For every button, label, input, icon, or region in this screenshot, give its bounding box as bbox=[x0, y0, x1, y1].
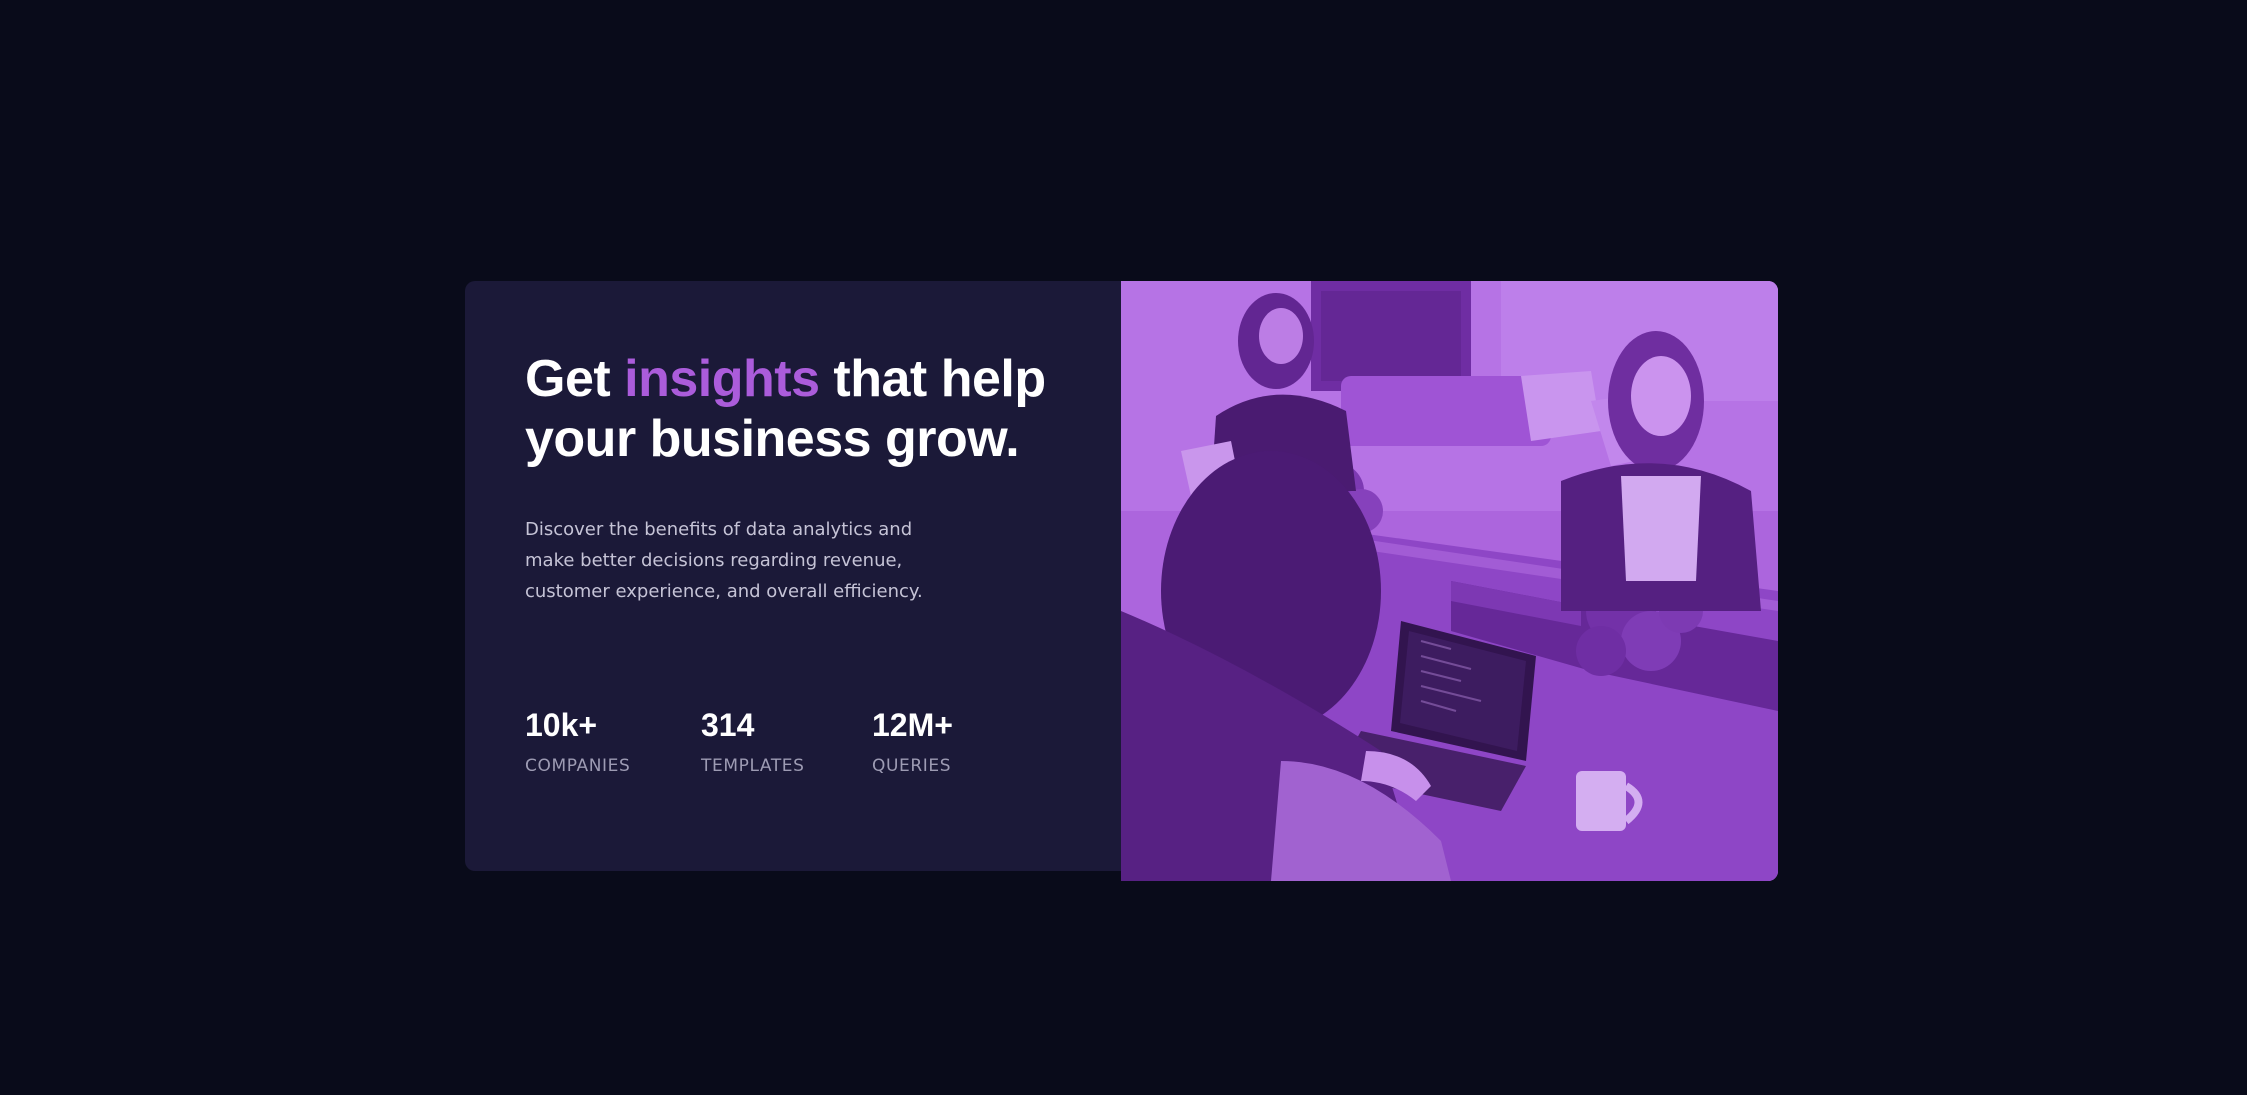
headline-accent: insights bbox=[624, 350, 820, 408]
description: Discover the benefits of data analytics … bbox=[525, 519, 923, 602]
stat-value: 314 bbox=[701, 707, 755, 743]
header-image bbox=[1121, 281, 1778, 881]
headline: Get insights that help your business gro… bbox=[525, 349, 1085, 469]
stat-value: 10k+ bbox=[525, 707, 598, 743]
stat-label: TEMPLATES bbox=[701, 756, 805, 776]
stats-row: 10k+ COMPANIES 314 TEMPLATES 12M+ QUERIE… bbox=[525, 708, 953, 776]
stat-templates: 314 TEMPLATES bbox=[701, 708, 872, 776]
headline-start: Get bbox=[525, 350, 625, 408]
stats-preview-card: Get insights that help your business gro… bbox=[465, 281, 1778, 881]
text-panel: Get insights that help your business gro… bbox=[465, 281, 1121, 871]
stat-value: 12M+ bbox=[872, 707, 953, 743]
office-meeting-image bbox=[1121, 281, 1778, 881]
stat-label: COMPANIES bbox=[525, 756, 631, 776]
stat-label: QUERIES bbox=[872, 756, 952, 776]
stat-queries: 12M+ QUERIES bbox=[872, 708, 953, 776]
stat-companies: 10k+ COMPANIES bbox=[525, 708, 701, 776]
